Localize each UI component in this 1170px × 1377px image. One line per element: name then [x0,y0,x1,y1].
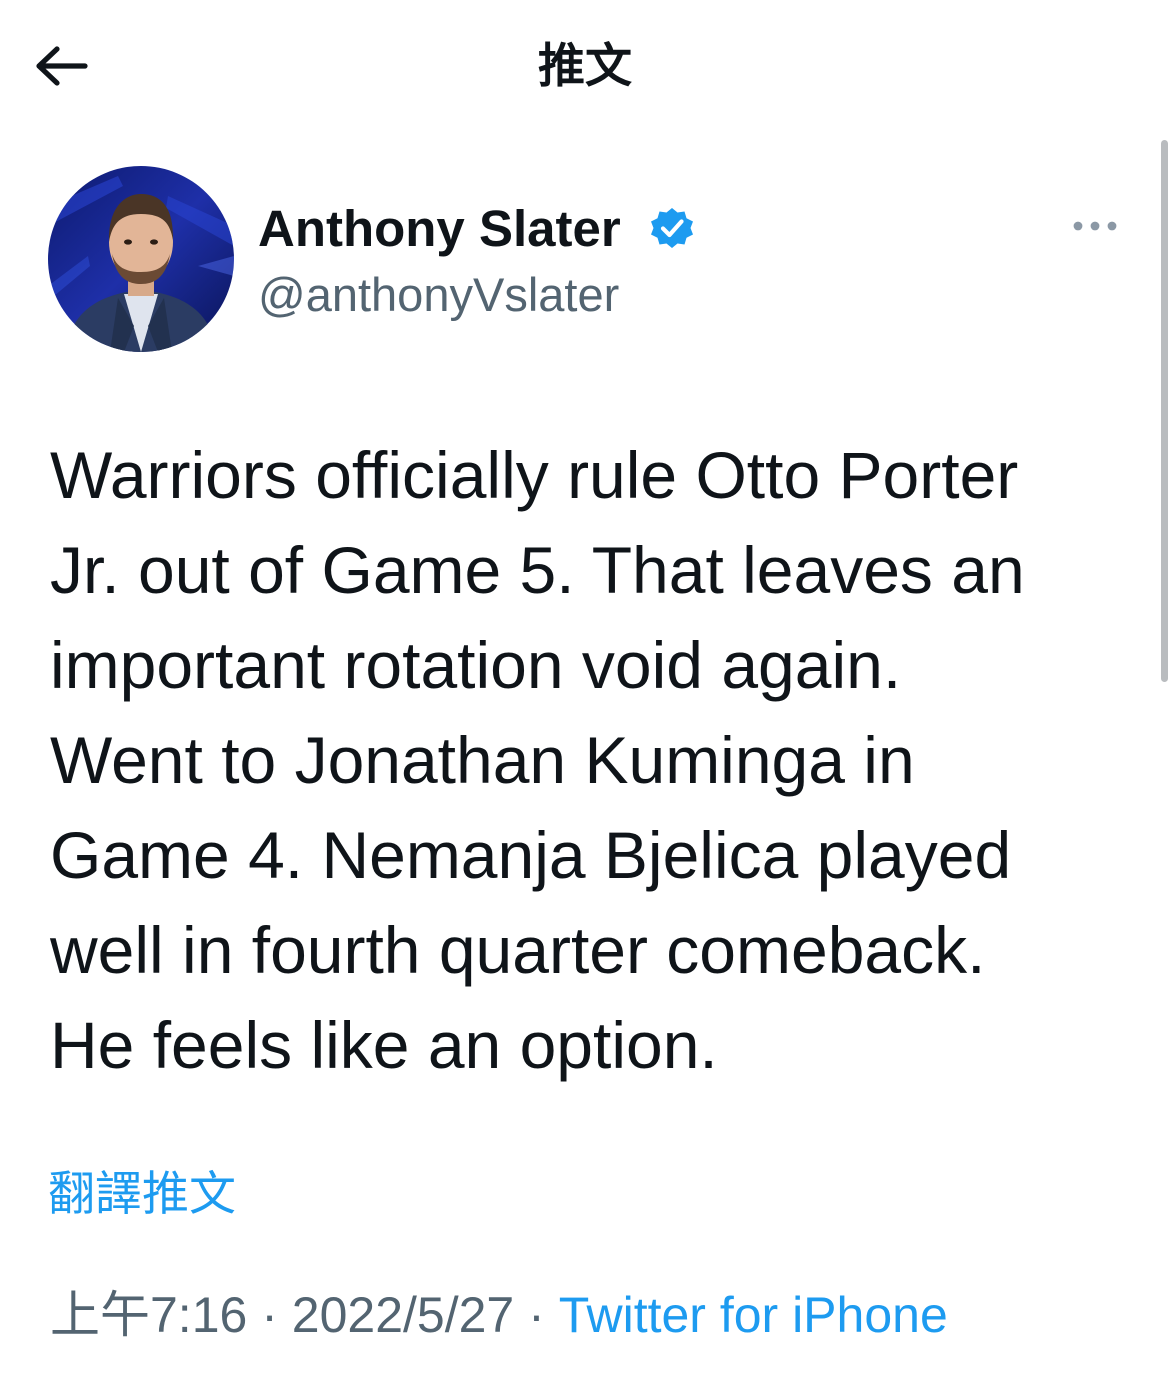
translate-tweet-link[interactable]: 翻譯推文 [48,1164,236,1224]
verified-badge-icon [651,208,693,248]
meta-separator: · [528,1287,545,1343]
author-handle[interactable]: @anthonyVslater [258,266,619,324]
tweet-text: Warriors officially rule Otto Porter Jr.… [50,428,1140,1093]
tweet-text-line: Game 4. Nemanja Bjelica played [50,818,1012,892]
tweet-time[interactable]: 上午7:16 [50,1287,247,1343]
tweet-text-line: well in fourth quarter comeback. [50,913,986,987]
tweet-text-line: important rotation void again. [50,628,902,702]
tweet-meta: 上午7:16 · 2022/5/27 · Twitter for iPhone [50,1282,948,1348]
scrollbar[interactable] [1161,140,1168,682]
tweet-text-line: Jr. out of Game 5. That leaves an [50,533,1025,607]
top-bar: 推文 [0,0,1170,130]
tweet-source-link[interactable]: Twitter for iPhone [559,1287,948,1343]
author-name[interactable]: Anthony Slater [258,198,621,260]
tweet-text-line: Warriors officially rule Otto Porter [50,438,1019,512]
more-options-button[interactable] [1064,204,1126,248]
tweet-text-line: Went to Jonathan Kuminga in [50,723,915,797]
more-dots-icon [1073,221,1117,231]
meta-separator: · [261,1287,278,1343]
page-title: 推文 [538,39,632,92]
tweet-date[interactable]: 2022/5/27 [292,1287,514,1343]
tweet-text-line: He feels like an option. [50,1008,718,1082]
avatar[interactable] [48,166,234,352]
